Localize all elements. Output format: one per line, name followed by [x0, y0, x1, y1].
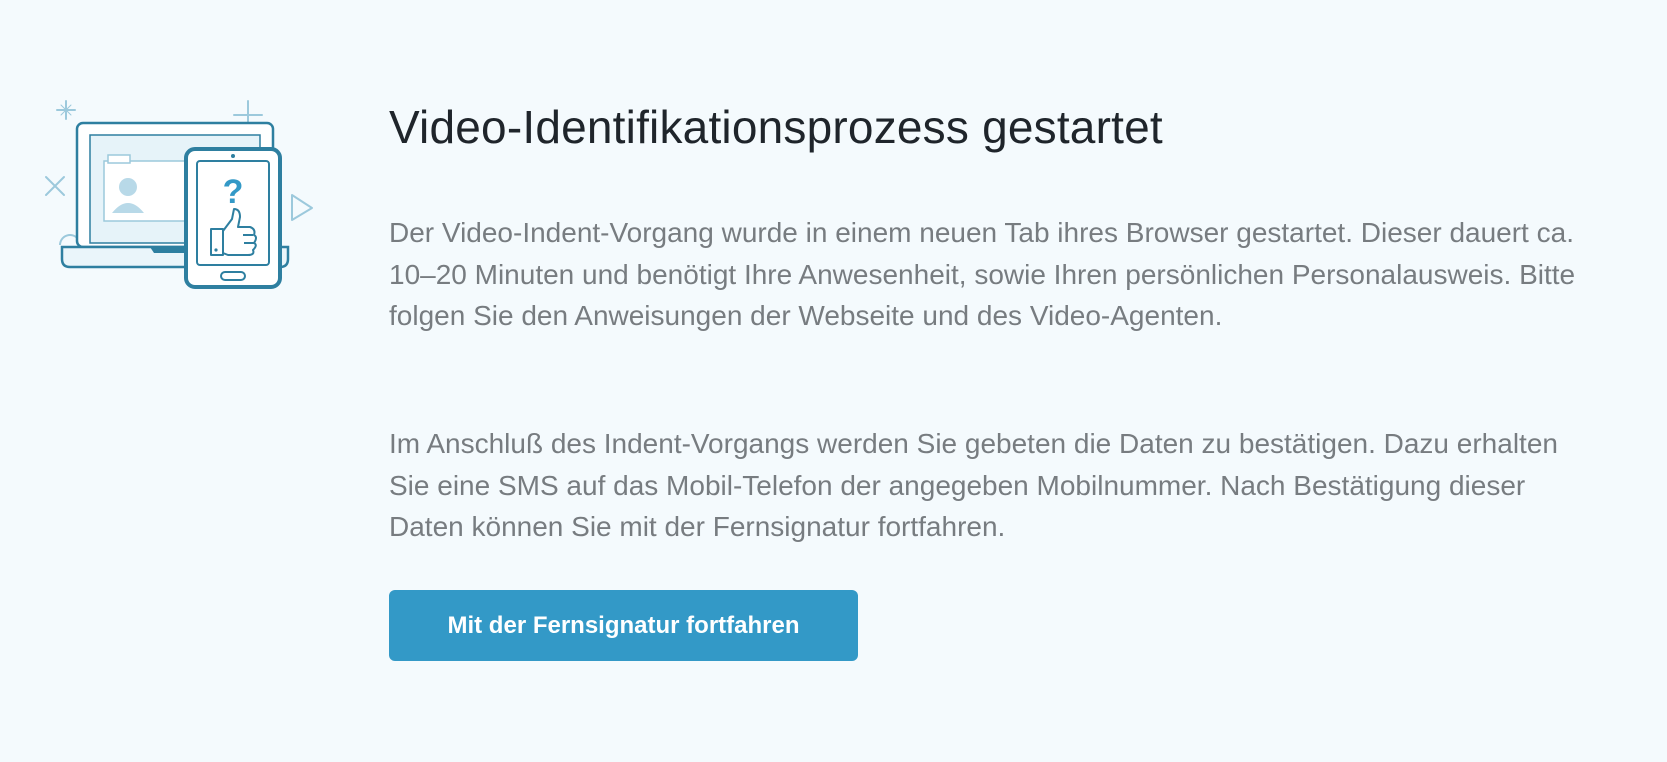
play-triangle-icon	[291, 194, 313, 221]
continue-fernsignatur-button[interactable]: Mit der Fernsignatur fortfahren	[389, 590, 858, 661]
question-mark-icon: ?	[223, 173, 244, 211]
page-title: Video-Identifikationsprozess gestartet	[389, 101, 1163, 153]
confirmation-paragraph: Im Anschluß des Indent-Vorgangs werden S…	[389, 428, 1558, 542]
sparkle-icon	[56, 100, 76, 120]
cross-icon	[45, 176, 65, 196]
intro-paragraph: Der Video-Indent-Vorgang wurde in einem …	[389, 217, 1576, 331]
phone-icon: ?	[184, 147, 282, 289]
laptop-phone-icon: ?	[45, 100, 313, 289]
video-ident-illustration: ?	[40, 95, 340, 315]
